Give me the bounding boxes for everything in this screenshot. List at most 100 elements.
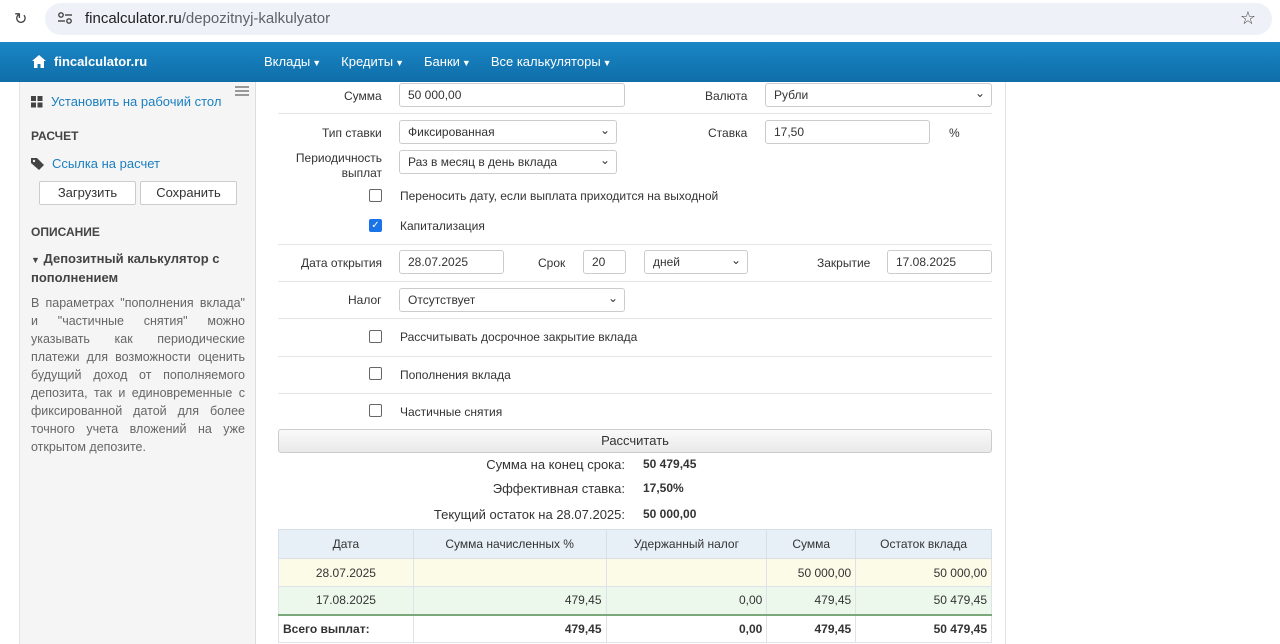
table-cell: 50 000,00 <box>855 558 992 587</box>
load-button[interactable]: Загрузить <box>39 181 136 205</box>
chevron-down-icon: ⌄ <box>974 86 985 100</box>
tax-label: Налог <box>348 293 382 307</box>
description-heading: ОПИСАНИЕ <box>31 225 100 239</box>
table-cell: 17.08.2025 <box>278 586 414 615</box>
table-cell: 0,00 <box>605 613 768 643</box>
close-date-label: Закрытие <box>817 256 871 270</box>
capitalization-checkbox[interactable]: ✓ <box>369 219 382 232</box>
tag-icon <box>31 157 44 170</box>
column-header: Остаток вклада <box>855 529 992 559</box>
term-unit-value: дней <box>653 255 681 269</box>
caret-down-icon: ▼ <box>395 58 404 68</box>
description-title[interactable]: ▼ Депозитный калькулятор с пополнением <box>31 250 246 287</box>
divider <box>278 356 992 357</box>
nav-item-label: Все калькуляторы <box>490 54 601 69</box>
payout-select[interactable]: Раз в месяц в день вклада ⌄ <box>399 150 617 174</box>
save-button[interactable]: Сохранить <box>140 181 237 205</box>
table-row: 28.07.2025 50 000,00 50 000,00 <box>278 558 992 587</box>
column-header: Сумма начисленных % <box>412 529 607 559</box>
move-date-checkbox[interactable] <box>369 189 382 202</box>
early-close-checkbox[interactable] <box>369 330 382 343</box>
currency-select[interactable]: Рубли ⌄ <box>765 83 992 107</box>
topups-label: Пополнения вклада <box>400 368 511 382</box>
currency-label: Валюта <box>705 89 748 103</box>
column-header: Сумма <box>766 529 857 559</box>
withdrawals-checkbox[interactable] <box>369 404 382 417</box>
withdrawals-label: Частичные снятия <box>400 405 503 419</box>
rate-type-select[interactable]: Фиксированная ⌄ <box>399 120 617 144</box>
nav-item-label: Вклады <box>264 54 311 69</box>
description-text: В параметрах "пополнения вклада" и "част… <box>31 296 245 454</box>
divider <box>278 318 992 319</box>
effective-rate-label: Эффективная ставка: <box>492 481 625 496</box>
url-path: /depozitnyj-kalkulyator <box>181 10 331 27</box>
url-text: fincalculator.ru/depozitnyj-kalkulyator <box>85 10 330 27</box>
install-link[interactable]: Установить на рабочий стол <box>31 94 221 109</box>
rate-type-value: Фиксированная <box>408 125 495 139</box>
term-unit-select[interactable]: дней ⌄ <box>644 250 748 274</box>
url-host: fincalculator.ru <box>85 10 182 27</box>
term-label: Срок <box>538 256 566 270</box>
table-row: 17.08.2025 479,45 0,00 479,45 50 479,45 <box>278 586 992 615</box>
open-date-input[interactable]: 28.07.2025 <box>399 250 504 274</box>
rate-unit: % <box>949 126 960 140</box>
divider <box>278 244 992 245</box>
table-cell: 479,45 <box>412 586 607 615</box>
table-cell: Всего выплат: <box>278 613 414 643</box>
capitalization-label: Капитализация <box>400 219 485 233</box>
site-info-icon[interactable] <box>57 11 73 28</box>
home-icon <box>32 55 46 68</box>
address-bar[interactable]: fincalculator.ru/depozitnyj-kalkulyator … <box>45 3 1272 35</box>
browser-toolbar: ↻ fincalculator.ru/depozitnyj-kalkulyato… <box>0 0 1280 40</box>
tax-select[interactable]: Отсутствует ⌄ <box>399 288 625 312</box>
currency-value: Рубли <box>774 88 809 102</box>
divider <box>278 113 992 114</box>
end-sum-value: 50 479,45 <box>643 457 697 471</box>
nav-item-credits[interactable]: Кредиты ▼ <box>341 54 404 69</box>
sidebar-menu-icon[interactable] <box>235 86 249 96</box>
nav-menu: Вклады ▼ Кредиты ▼ Банки ▼ Все калькуляторы… <box>264 54 612 69</box>
table-cell <box>412 558 607 587</box>
divider <box>278 393 992 394</box>
table-cell: 479,45 <box>766 613 857 643</box>
amount-input[interactable]: 50 000,00 <box>399 83 625 107</box>
nav-item-label: Банки <box>424 54 460 69</box>
table-cell: 50 000,00 <box>766 558 857 587</box>
term-input[interactable]: 20 <box>583 250 626 274</box>
calc-heading: РАСЧЕТ <box>31 129 79 143</box>
share-link-label: Ссылка на расчет <box>52 156 160 171</box>
table-cell: 50 479,45 <box>855 613 992 643</box>
chevron-down-icon: ⌄ <box>599 123 610 137</box>
caret-down-icon: ▼ <box>602 58 612 68</box>
payout-label: Периодичность выплат <box>286 151 382 181</box>
site-navbar: fincalculator.ru Вклады ▼ Кредиты ▼ Банки ▼… <box>0 42 1280 82</box>
share-link[interactable]: Ссылка на расчет <box>31 156 160 171</box>
nav-item-deposits[interactable]: Вклады ▼ <box>264 54 321 69</box>
open-date-label: Дата открытия <box>301 256 383 270</box>
table-cell: 28.07.2025 <box>278 558 414 587</box>
rate-label: Ставка <box>708 126 748 140</box>
amount-label: Сумма <box>344 89 382 103</box>
chevron-down-icon: ⌄ <box>607 291 618 305</box>
close-date-input[interactable]: 17.08.2025 <box>887 250 992 274</box>
table-cell: 479,45 <box>412 613 607 643</box>
table-cell: 479,45 <box>766 586 857 615</box>
rate-input[interactable]: 17,50 <box>765 120 930 144</box>
calculator-panel: Сумма 50 000,00 Валюта Рубли ⌄ Тип ставки… <box>256 82 1006 644</box>
bookmark-star-icon[interactable]: ☆ <box>1240 8 1256 29</box>
install-link-label: Установить на рабочий стол <box>51 94 222 109</box>
sidebar: Установить на рабочий стол РАСЧЕТ Ссылка… <box>19 82 256 644</box>
current-balance-value: 50 000,00 <box>643 507 697 521</box>
brand-link[interactable]: fincalculator.ru <box>32 54 147 69</box>
calculate-button[interactable]: Рассчитать <box>278 429 992 453</box>
end-sum-label: Сумма на конец срока: <box>486 457 625 472</box>
topups-checkbox[interactable] <box>369 367 382 380</box>
early-close-label: Рассчитывать досрочное закрытие вклада <box>400 330 638 344</box>
reload-icon[interactable]: ↻ <box>14 9 27 29</box>
move-date-label: Переносить дату, если выплата приходится… <box>400 189 719 203</box>
nav-item-all-calculators[interactable]: Все калькуляторы ▼ <box>491 54 612 69</box>
nav-item-banks[interactable]: Банки ▼ <box>424 54 471 69</box>
table-cell <box>605 558 768 587</box>
payout-label-line1: Периодичность <box>295 151 382 165</box>
current-balance-label: Текущий остаток на 28.07.2025: <box>433 507 625 522</box>
